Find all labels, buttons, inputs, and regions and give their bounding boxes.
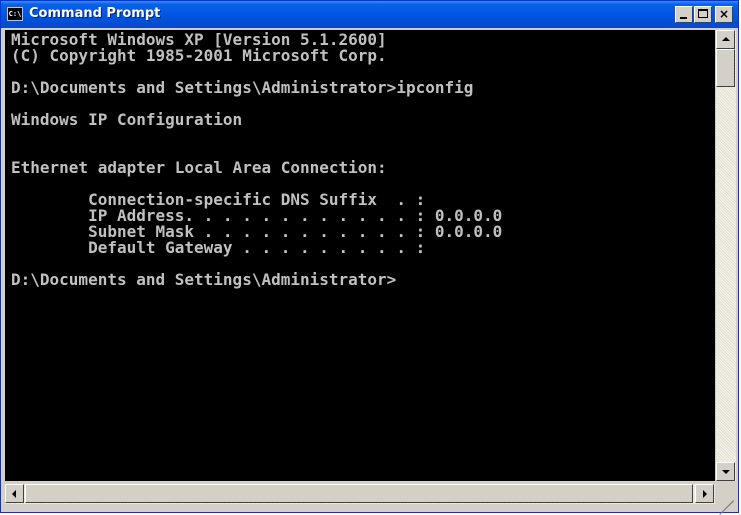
arrow-down-icon	[722, 470, 730, 474]
minimize-button[interactable]	[675, 6, 693, 23]
console-line: D:\Documents and Settings\Administrator>	[11, 270, 397, 289]
arrow-left-icon	[12, 490, 16, 498]
horizontal-scrollbar[interactable]	[5, 484, 715, 504]
minimize-icon	[680, 17, 687, 19]
console-text: Microsoft Windows XP [Version 5.1.2600] …	[5, 30, 715, 288]
vertical-scroll-thumb[interactable]	[716, 49, 735, 87]
close-button[interactable]: ×	[715, 6, 733, 23]
scroll-down-button[interactable]	[716, 462, 735, 481]
vertical-scrollbar[interactable]	[716, 30, 736, 481]
grip-line-icon	[719, 500, 734, 515]
maximize-button[interactable]	[694, 6, 712, 23]
arrow-up-icon	[722, 37, 730, 41]
console-line: Ethernet adapter Local Area Connection:	[11, 158, 387, 177]
console-output[interactable]: Microsoft Windows XP [Version 5.1.2600] …	[5, 30, 715, 481]
vertical-scroll-track[interactable]	[716, 30, 736, 481]
resize-grip[interactable]	[716, 484, 736, 515]
arrow-right-icon	[703, 490, 707, 498]
cmd-app-icon[interactable]: C:\	[7, 7, 23, 21]
console-line: Windows IP Configuration	[11, 110, 243, 129]
console-line: D:\Documents and Settings\Administrator>…	[11, 78, 474, 97]
horizontal-scroll-thumb[interactable]	[25, 484, 693, 503]
scroll-left-button[interactable]	[5, 484, 24, 503]
command-prompt-window: C:\ Command Prompt × Microsoft Windows X…	[0, 0, 739, 515]
close-icon: ×	[718, 7, 730, 21]
scroll-right-button[interactable]	[695, 484, 714, 503]
title-bar[interactable]: C:\ Command Prompt ×	[1, 1, 738, 28]
window-title: Command Prompt	[29, 6, 161, 21]
console-line: (C) Copyright 1985-2001 Microsoft Corp.	[11, 46, 387, 65]
scroll-up-button[interactable]	[716, 30, 735, 49]
console-line: Default Gateway . . . . . . . . . :	[11, 238, 426, 257]
maximize-icon	[698, 9, 708, 18]
